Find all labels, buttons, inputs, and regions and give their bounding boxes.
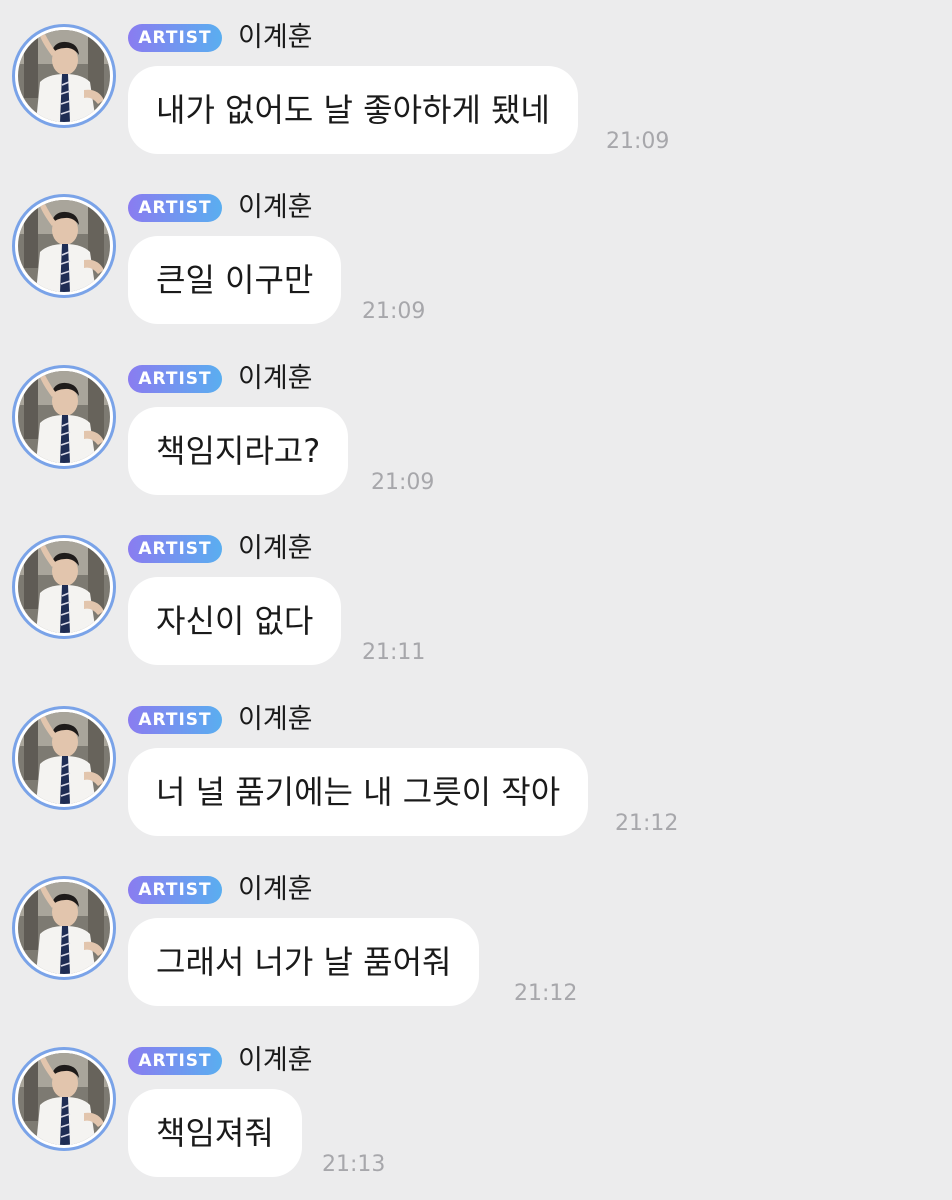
message-row: ARTIST 이계훈 자신이 없다 21:11	[0, 511, 952, 681]
message-row: ARTIST 이계훈 책임지라고? 21:09	[0, 341, 952, 511]
avatar[interactable]	[12, 194, 116, 298]
avatar-photo-icon	[18, 371, 110, 463]
avatar[interactable]	[12, 706, 116, 810]
artist-badge: ARTIST	[128, 876, 222, 904]
avatar-photo-icon	[18, 541, 110, 633]
artist-badge: ARTIST	[128, 194, 222, 222]
chat-thread[interactable]: ARTIST 이계훈 내가 없어도 날 좋아하게 됐네 21:09 ARTIST…	[0, 0, 952, 1200]
message-bubble[interactable]: 내가 없어도 날 좋아하게 됐네	[128, 66, 578, 154]
artist-badge: ARTIST	[128, 365, 222, 393]
message-timestamp: 21:09	[371, 470, 435, 495]
message-timestamp: 21:12	[615, 811, 679, 836]
message-bubble[interactable]: 그래서 너가 날 품어줘	[128, 918, 480, 1006]
avatar[interactable]	[12, 876, 116, 980]
message-timestamp: 21:13	[322, 1152, 386, 1177]
sender-name[interactable]: 이계훈	[238, 359, 313, 399]
avatar-photo-icon	[18, 712, 110, 804]
artist-badge: ARTIST	[128, 535, 222, 563]
message-bubble[interactable]: 자신이 없다	[128, 577, 342, 665]
message-bubble[interactable]: 큰일 이구만	[128, 236, 342, 324]
avatar-photo-icon	[18, 200, 110, 292]
avatar[interactable]	[12, 24, 116, 128]
sender-name[interactable]: 이계훈	[238, 188, 313, 228]
message-row: ARTIST 이계훈 너 널 품기에는 내 그릇이 작아 21:12	[0, 682, 952, 852]
artist-badge: ARTIST	[128, 1047, 222, 1075]
avatar[interactable]	[12, 365, 116, 469]
avatar-photo-icon	[18, 1053, 110, 1145]
artist-badge: ARTIST	[128, 24, 222, 52]
message-bubble[interactable]: 책임져줘	[128, 1089, 302, 1177]
message-row: ARTIST 이계훈 내가 없어도 날 좋아하게 됐네 21:09	[0, 0, 952, 170]
sender-name[interactable]: 이계훈	[238, 1041, 313, 1081]
message-timestamp: 21:11	[362, 640, 426, 665]
message-row: ARTIST 이계훈 책임져줘 21:13	[0, 1023, 952, 1193]
sender-name[interactable]: 이계훈	[238, 700, 313, 740]
message-timestamp: 21:12	[514, 981, 578, 1006]
message-bubble[interactable]: 책임지라고?	[128, 407, 349, 495]
avatar-photo-icon	[18, 882, 110, 974]
avatar[interactable]	[12, 535, 116, 639]
sender-name[interactable]: 이계훈	[238, 529, 313, 569]
message-row: ARTIST 이계훈 그래서 너가 날 품어줘 21:12	[0, 852, 952, 1022]
message-bubble[interactable]: 너 널 품기에는 내 그릇이 작아	[128, 748, 589, 836]
sender-name[interactable]: 이계훈	[238, 870, 313, 910]
message-row: ARTIST 이계훈 큰일 이구만 21:09	[0, 170, 952, 340]
avatar[interactable]	[12, 1047, 116, 1151]
sender-name[interactable]: 이계훈	[238, 18, 313, 58]
avatar-photo-icon	[18, 30, 110, 122]
artist-badge: ARTIST	[128, 706, 222, 734]
message-timestamp: 21:09	[606, 129, 670, 154]
message-timestamp: 21:09	[362, 299, 426, 324]
